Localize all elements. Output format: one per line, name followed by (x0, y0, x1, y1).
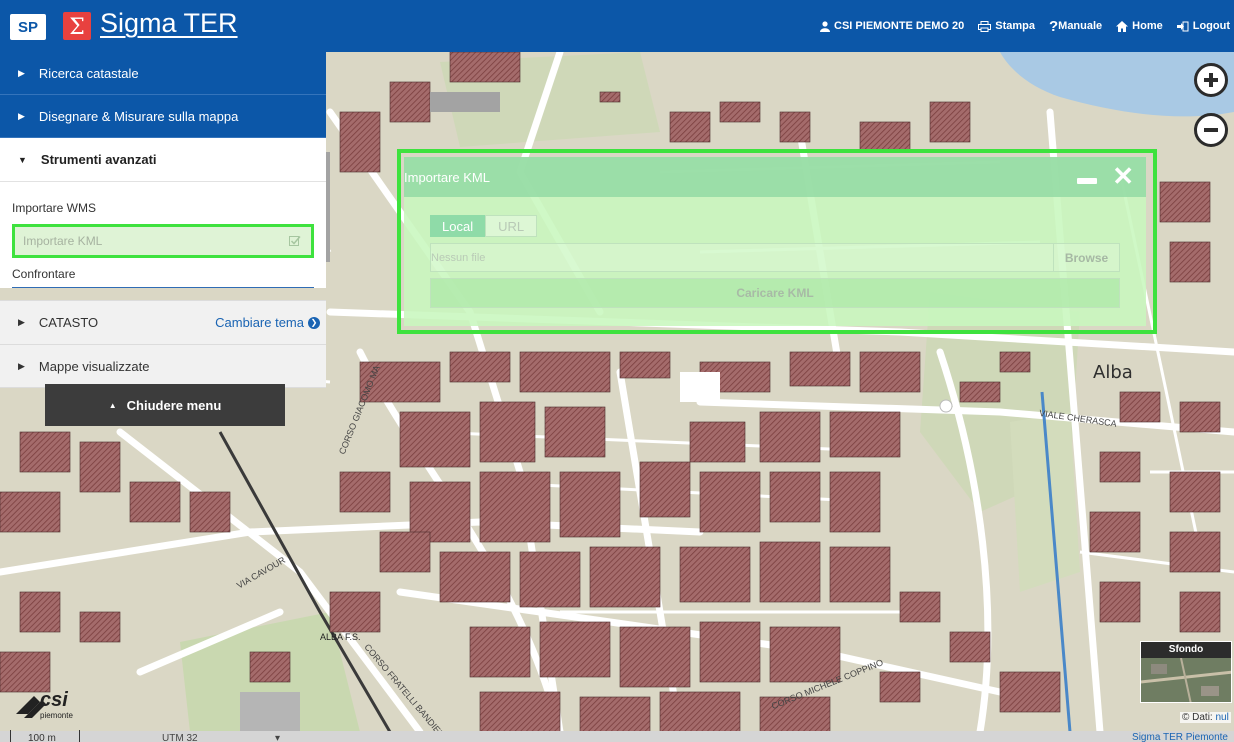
home-button[interactable]: Home (1116, 20, 1163, 32)
dialog-header[interactable]: Importare KML ✕ (404, 157, 1146, 197)
submenu-label: Importare KML (23, 234, 103, 248)
sigma-logo-icon: Σ (63, 12, 91, 40)
town-label: Alba (1093, 362, 1133, 383)
tab-url[interactable]: URL (485, 215, 538, 237)
upload-kml-button[interactable]: Caricare KML (430, 278, 1120, 308)
strumenti-submenu: Importare WMS Importare KML Confrontare (0, 182, 326, 288)
minus-icon (1204, 128, 1218, 132)
sidebar-section-strumenti: ▼ Strumenti avanzati Importare WMS Impor… (0, 138, 326, 288)
sidebar-item-label: Mappe visualizzate (38, 358, 150, 374)
top-bar: SP Σ Sigma TER CSI PIEMONTE DEMO 20 Stam… (0, 0, 1234, 52)
dialog-title: Importare KML (404, 169, 490, 185)
basemap-switcher[interactable]: Sfondo (1140, 641, 1232, 703)
sp-logo: SP (10, 14, 46, 40)
manual-button[interactable]: ? Manuale (1049, 18, 1102, 35)
caret-right-icon: ▶ (18, 360, 25, 371)
dialog-tabs: Local URL (430, 215, 538, 237)
user-icon (820, 20, 831, 32)
manual-label: Manuale (1058, 20, 1103, 32)
caret-down-icon: ▼ (18, 154, 27, 165)
sidebar-item-catasto[interactable]: ▶ CATASTO Cambiare tema ❯ (0, 300, 326, 344)
tab-local[interactable]: Local (430, 215, 486, 237)
csi-logo-subtext: piemonte (40, 711, 73, 720)
chevron-down-icon: ▾ (274, 733, 280, 742)
projection-select[interactable]: UTM 32 ▾ (162, 733, 280, 742)
file-input[interactable]: Nessun file Browse (430, 243, 1120, 272)
app-title[interactable]: Sigma TER (100, 8, 238, 39)
caret-right-icon: ▶ (18, 67, 25, 78)
close-icon[interactable]: ✕ (1112, 163, 1134, 189)
minimize-icon[interactable] (1077, 178, 1097, 184)
file-placeholder: Nessun file (431, 251, 486, 264)
svg-text:Σ: Σ (69, 15, 85, 40)
caret-up-icon: ▲ (108, 400, 117, 410)
submenu-importare-wms[interactable]: Importare WMS (12, 196, 314, 220)
close-menu-label: Chiudere menu (126, 397, 222, 413)
sidebar-item-strumenti-avanzati[interactable]: ▼ Strumenti avanzati (0, 138, 326, 182)
print-button[interactable]: Stampa (978, 20, 1035, 32)
zoom-in-button[interactable] (1194, 63, 1228, 97)
question-icon: ? (1048, 17, 1059, 35)
street-label: ALBA F.S. (320, 632, 361, 642)
home-label: Home (1132, 20, 1163, 32)
logout-icon (1176, 21, 1189, 31)
basemap-label: Sfondo (1141, 642, 1231, 658)
sidebar-item-label: Disegnare & Misurare sulla mappa (38, 108, 239, 124)
submenu-confrontare[interactable]: Confrontare (12, 260, 314, 288)
logout-label: Logout (1192, 20, 1230, 32)
close-menu-button[interactable]: ▲ Chiudere menu (45, 384, 285, 426)
home-icon (1116, 20, 1129, 32)
csi-logo: csi piemonte (14, 688, 100, 724)
sidebar-item-ricerca-catastale[interactable]: ▶ Ricerca catastale (0, 52, 326, 95)
sidebar-item-mappe-visualizzate[interactable]: ▶ Mappe visualizzate (0, 344, 326, 388)
submenu-label: Importare WMS (12, 201, 97, 215)
cambiare-tema-link[interactable]: Cambiare tema ❯ (215, 315, 320, 330)
sidebar-item-label: CATASTO (38, 315, 99, 330)
attribution-text: © Dati: (1182, 712, 1216, 723)
arrow-circle-right-icon: ❯ (308, 316, 320, 329)
printer-icon (978, 20, 992, 32)
logout-button[interactable]: Logout (1176, 20, 1230, 32)
top-nav: CSI PIEMONTE DEMO 20 Stampa ? Manuale Ho… (806, 0, 1230, 52)
sidebar-menu: ▶ Ricerca catastale ▶ Disegnare & Misura… (0, 52, 326, 388)
sidebar-item-label: Ricerca catastale (38, 65, 139, 81)
browse-button[interactable]: Browse (1053, 244, 1119, 271)
attribution-link[interactable]: nul (1216, 712, 1229, 723)
zoom-out-button[interactable] (1194, 113, 1228, 147)
import-kml-dialog: Importare KML ✕ Local URL Nessun file Br… (404, 157, 1146, 326)
user-name: CSI PIEMONTE DEMO 20 (834, 20, 965, 32)
csi-logo-text: csi (40, 689, 68, 711)
caret-right-icon: ▶ (18, 110, 25, 121)
submenu-label: Confrontare (12, 266, 76, 281)
footer-link[interactable]: Sigma TER Piemonte (1132, 732, 1228, 742)
user-menu[interactable]: CSI PIEMONTE DEMO 20 (820, 20, 964, 32)
projection-value: UTM 32 (162, 733, 198, 742)
scale-label: 100 m (28, 733, 56, 742)
sidebar-item-disegnare[interactable]: ▶ Disegnare & Misurare sulla mappa (0, 95, 326, 138)
checkbox-checked-icon (289, 236, 301, 246)
cambiare-tema-label: Cambiare tema (215, 315, 304, 330)
sidebar-item-label: Strumenti avanzati (40, 152, 157, 167)
print-label: Stampa (995, 20, 1035, 32)
plus-icon (1204, 73, 1218, 87)
map-attribution: © Dati: nul (1180, 712, 1231, 723)
submenu-importare-kml[interactable]: Importare KML (12, 224, 314, 258)
caret-right-icon: ▶ (18, 317, 25, 327)
